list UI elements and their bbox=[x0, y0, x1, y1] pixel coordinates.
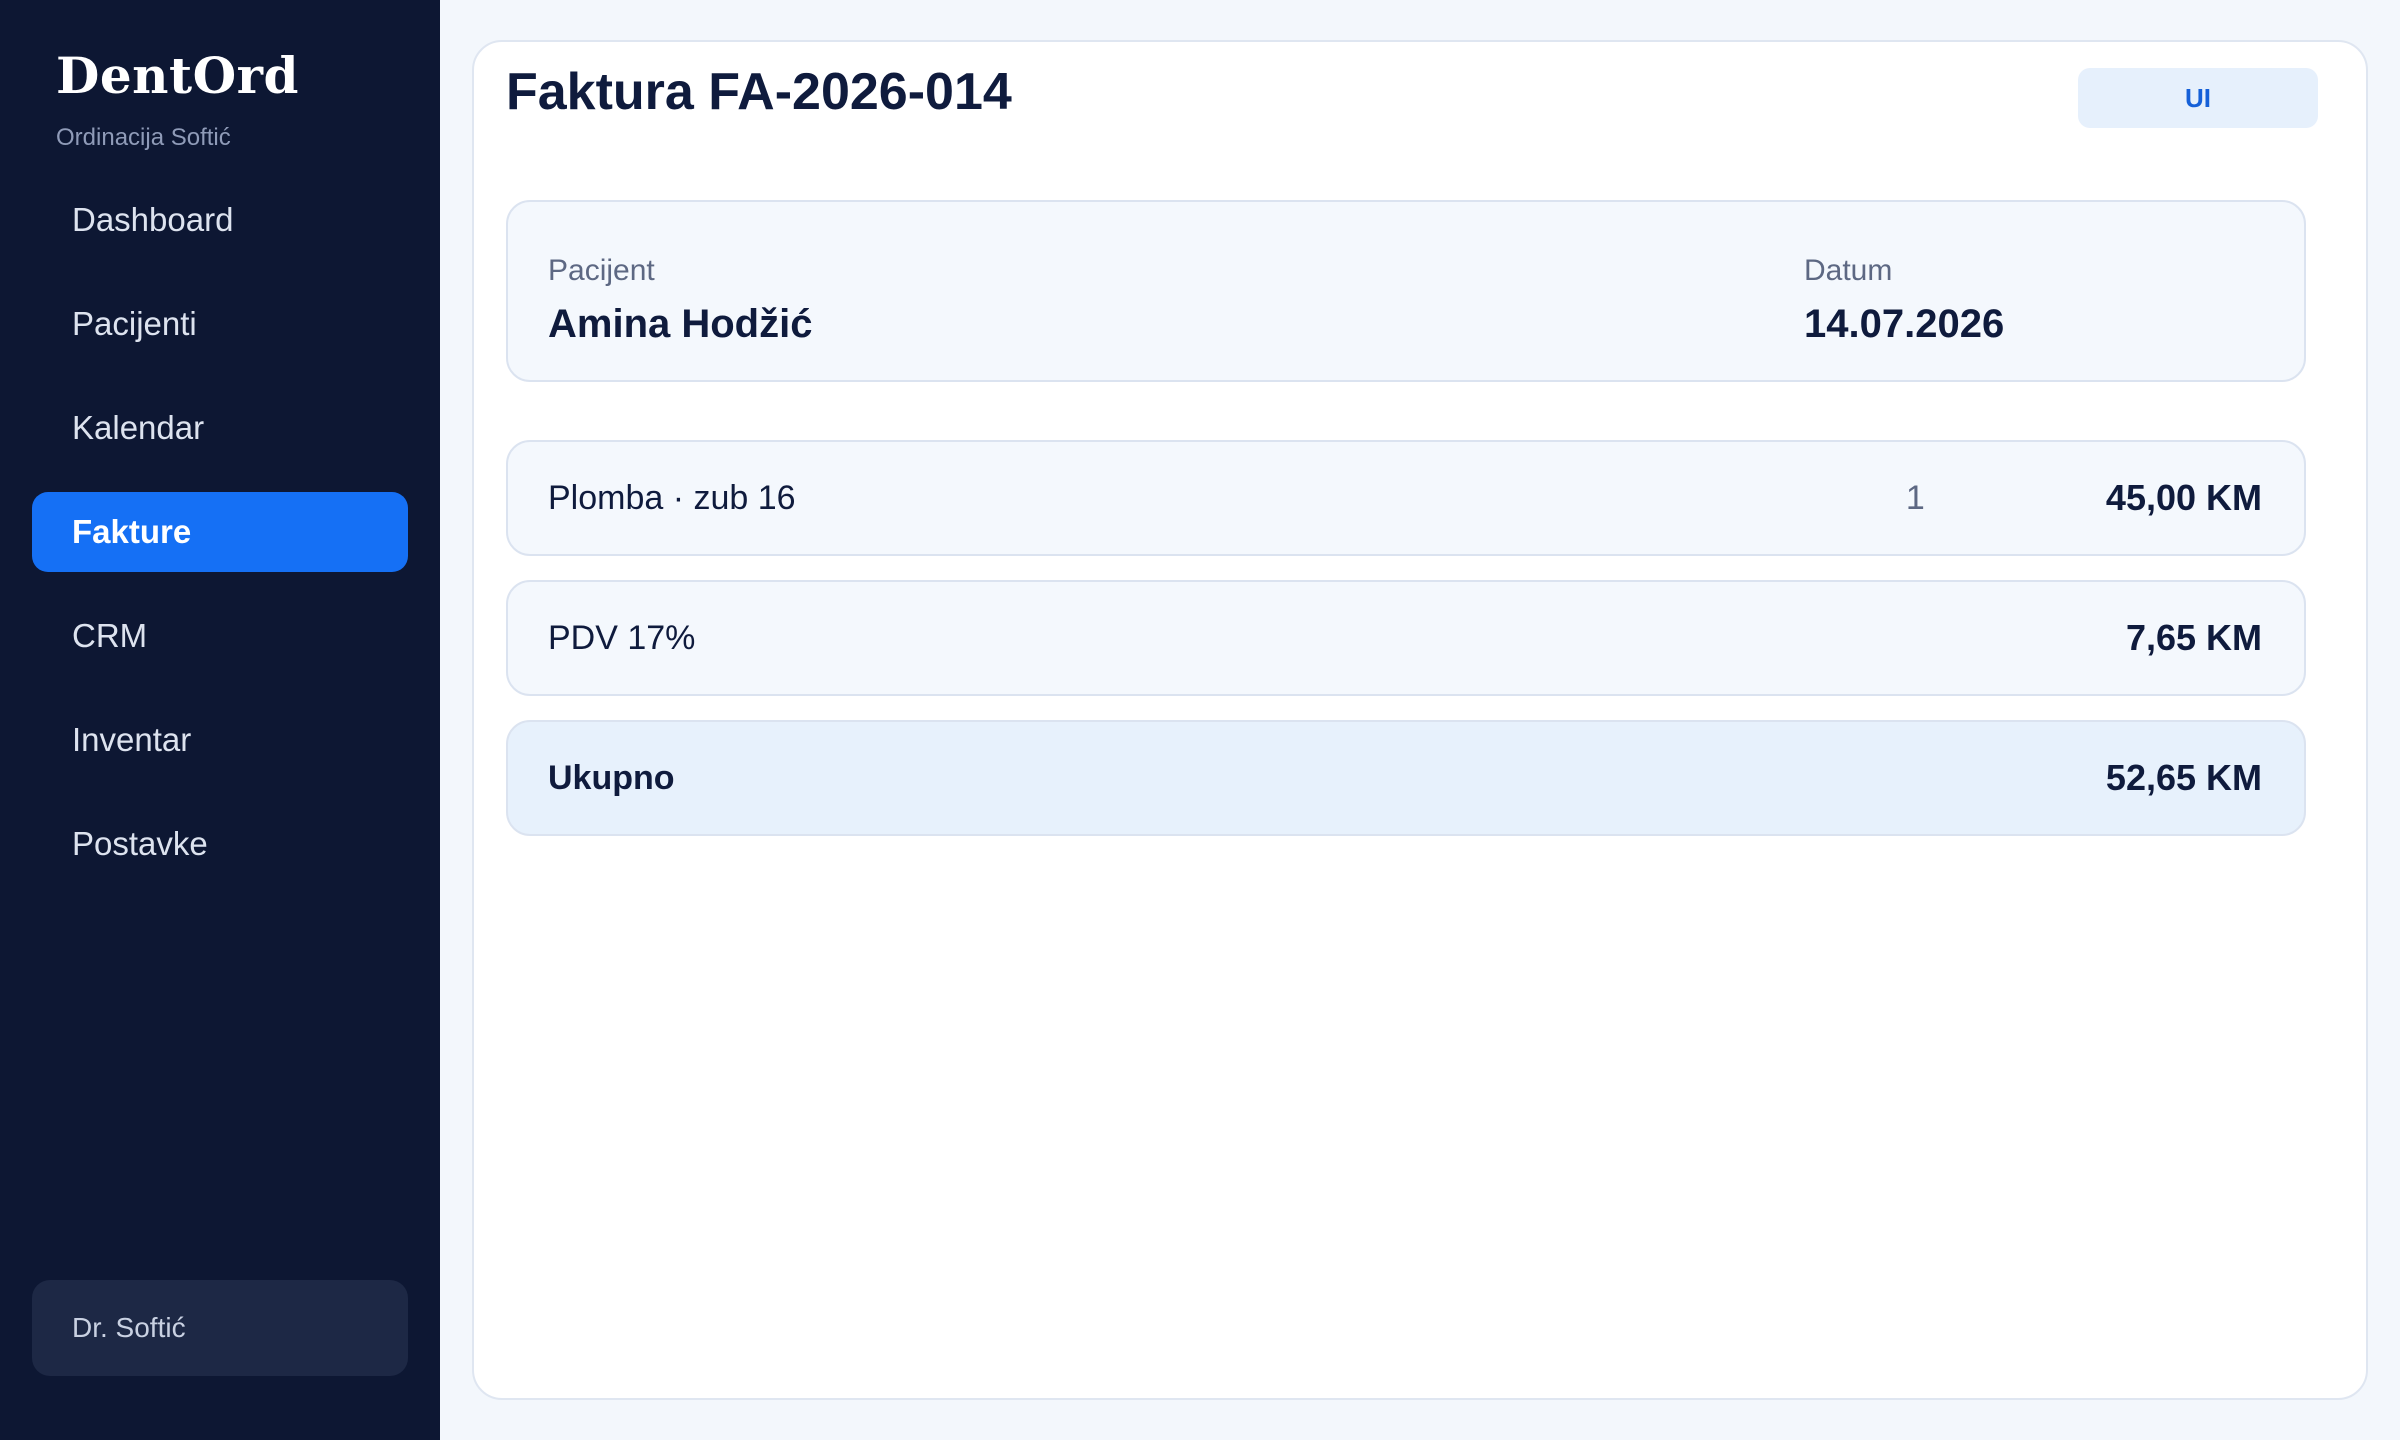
page-title: Faktura FA-2026-014 bbox=[506, 63, 1012, 121]
user-name: Dr. Softić bbox=[72, 1312, 186, 1343]
sidebar-nav: Dashboard Pacijenti Kalendar Fakture CRM… bbox=[32, 180, 408, 908]
app: DentOrd Ordinacija Softić Dashboard Paci… bbox=[0, 0, 2400, 1440]
brand-subtitle: Ordinacija Softić bbox=[56, 124, 231, 151]
line-item-amount: 45,00 KM bbox=[2105, 477, 2262, 518]
sidebar-item-label: Kalendar bbox=[72, 409, 205, 446]
line-item-description: Plomba · zub 16 bbox=[548, 478, 796, 517]
sidebar-item-label: Inventar bbox=[72, 721, 192, 758]
total-amount: 52,65 KM bbox=[2105, 757, 2262, 798]
sidebar-item-label: CRM bbox=[72, 617, 148, 654]
invoice-panel: Faktura FA-2026-014 UI Pacijent Amina Ho… bbox=[472, 40, 2368, 1400]
date-label: Datum bbox=[1804, 254, 1893, 287]
total-label: Ukupno bbox=[548, 758, 675, 797]
sidebar-item-kalendar[interactable]: Kalendar bbox=[32, 388, 408, 468]
patient-label: Pacijent bbox=[548, 254, 655, 287]
tax-label: PDV 17% bbox=[548, 618, 696, 657]
sidebar-item-inventar[interactable]: Inventar bbox=[32, 700, 408, 780]
patient-name: Amina Hodžić bbox=[548, 302, 813, 346]
line-item-quantity: 1 bbox=[1905, 478, 1925, 517]
sidebar-item-label: Fakture bbox=[72, 513, 192, 550]
invoice-date: 14.07.2026 bbox=[1804, 302, 2005, 346]
brand-logo: DentOrd bbox=[56, 46, 299, 105]
sidebar-item-fakture[interactable]: Fakture bbox=[32, 492, 408, 572]
invoice-line-item: Plomba · zub 16 1 45,00 KM bbox=[506, 440, 2306, 556]
sidebar-item-pacijenti[interactable]: Pacijenti bbox=[32, 284, 408, 364]
sidebar-item-crm[interactable]: CRM bbox=[32, 596, 408, 676]
tax-amount: 7,65 KM bbox=[2125, 617, 2262, 658]
ui-badge-button[interactable]: UI bbox=[2078, 68, 2318, 128]
user-profile-button[interactable]: Dr. Softić bbox=[32, 1280, 408, 1376]
sidebar-item-label: Pacijenti bbox=[72, 305, 197, 342]
sidebar-item-postavke[interactable]: Postavke bbox=[32, 804, 408, 884]
total-row: Ukupno 52,65 KM bbox=[506, 720, 2306, 836]
sidebar-item-label: Postavke bbox=[72, 825, 208, 862]
sidebar-item-label: Dashboard bbox=[72, 201, 234, 238]
tax-row: PDV 17% 7,65 KM bbox=[506, 580, 2306, 696]
patient-info-card: Pacijent Amina Hodžić Datum 14.07.2026 bbox=[506, 200, 2306, 382]
sidebar-item-dashboard[interactable]: Dashboard bbox=[32, 180, 408, 260]
sidebar: DentOrd Ordinacija Softić Dashboard Paci… bbox=[0, 0, 440, 1440]
